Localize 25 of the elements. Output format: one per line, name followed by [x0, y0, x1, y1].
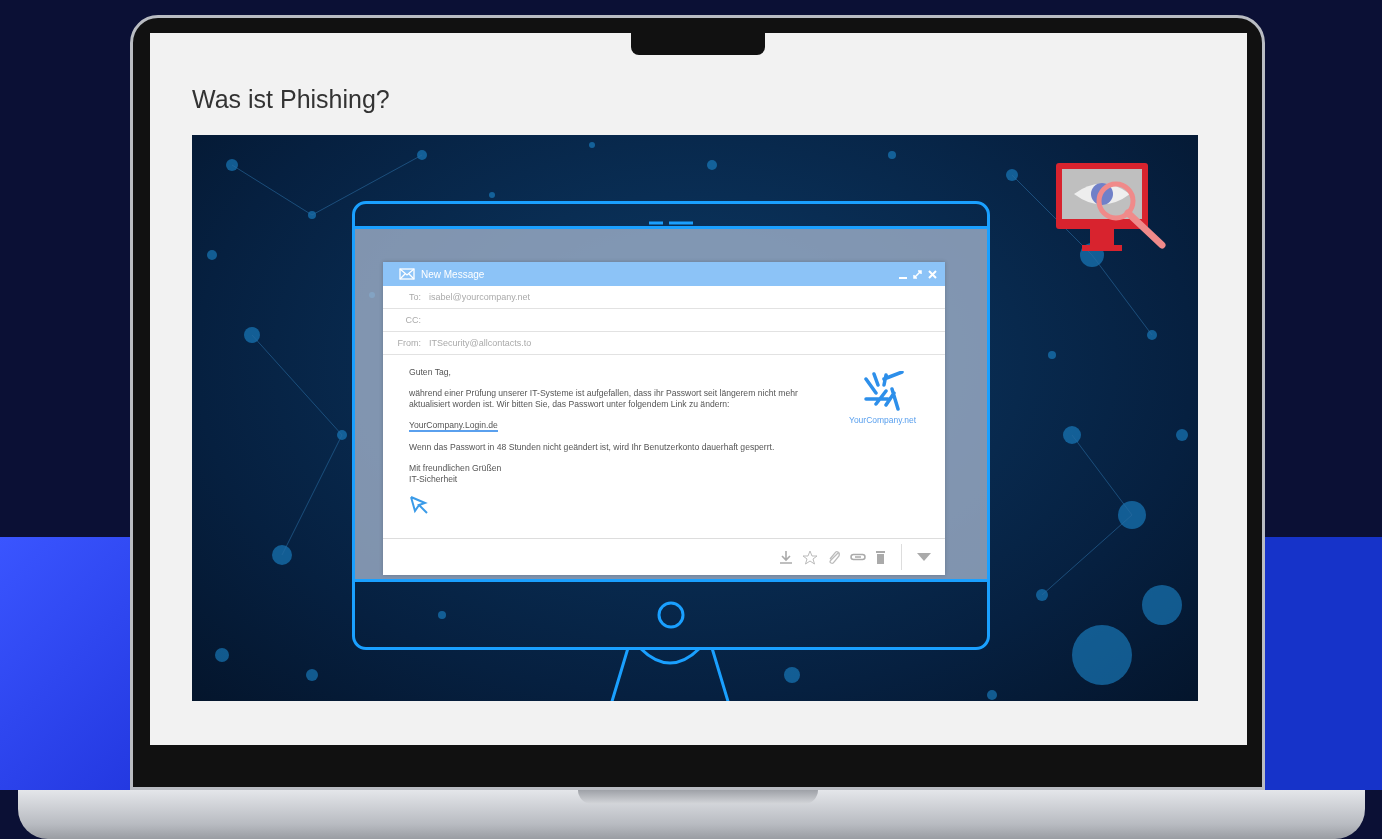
email-paragraph: Wenn das Passwort in 48 Stunden nicht geändert ist, wird Ihr Benutzerkonto dauerhaft gesperrt. — [409, 442, 776, 453]
field-label: To: — [408, 292, 422, 302]
login-link[interactable]: YourCompany.Login.de — [409, 420, 498, 432]
trash-icon[interactable] — [875, 550, 886, 564]
link-icon[interactable] — [850, 553, 866, 561]
caret-down-icon[interactable] — [917, 553, 931, 561]
field-value: ITSecurity@allcontacts.to — [429, 338, 532, 348]
email-paragraph: während einer Prüfung unserer IT-Systeme ist aufgefallen, dass ihr Passwort seit längerem nicht mehr aktualisiert worden ist. Wir bitten Sie, das Passwort unter folgendem Link zu ändern: — [409, 388, 799, 410]
signature-line: Mit freundlichen Grüßen — [409, 463, 503, 474]
window-title: New Message — [421, 268, 486, 280]
field-value: isabel@yourcompany.net — [429, 292, 531, 302]
star-icon[interactable] — [802, 549, 818, 565]
field-label: CC: — [404, 315, 422, 325]
field-label: From: — [396, 338, 422, 348]
close-icon[interactable] — [928, 269, 937, 279]
download-icon[interactable] — [779, 550, 793, 564]
expand-icon[interactable] — [913, 269, 922, 279]
signature-line: IT-Sicherheit — [409, 474, 459, 485]
email-paragraph: Guten Tag, — [409, 367, 452, 378]
envelope-icon — [399, 268, 415, 280]
home-button-icon — [657, 600, 685, 629]
slide-title: Was ist Phishing? — [192, 84, 391, 115]
company-logo-text: YourCompany.net — [849, 415, 917, 425]
company-logo-icon — [861, 371, 904, 411]
paperclip-icon[interactable] — [827, 549, 841, 565]
